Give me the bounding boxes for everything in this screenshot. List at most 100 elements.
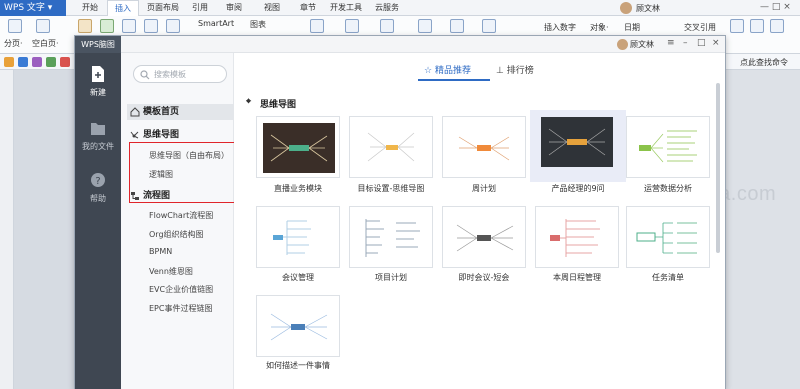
insert-number-button[interactable]: 插入数字: [544, 22, 576, 33]
open-icon[interactable]: [4, 57, 14, 67]
page-number-icon[interactable]: [380, 19, 394, 33]
screenshot-icon[interactable]: [144, 19, 158, 33]
template-thumbnail: [356, 213, 428, 263]
flow-item-evc[interactable]: EVC企业价值链图: [149, 284, 213, 295]
equation-icon[interactable]: [750, 19, 764, 33]
save-icon[interactable]: [18, 57, 28, 67]
find-command-label[interactable]: 点此查找命令: [740, 57, 788, 68]
cross-reference-button[interactable]: 交叉引用: [684, 22, 716, 33]
shape-icon[interactable]: [122, 19, 136, 33]
template-card-11[interactable]: [256, 295, 340, 357]
hyperlink-icon[interactable]: [482, 19, 496, 33]
template-thumbnail: [356, 123, 428, 173]
flow-item-epc[interactable]: EPC事件过程链图: [149, 303, 212, 314]
tab-review[interactable]: 审阅: [222, 0, 246, 16]
tab-view[interactable]: 视图: [260, 0, 284, 16]
tab-cloud[interactable]: 云服务: [372, 0, 402, 16]
chart-shape-icon[interactable]: [166, 19, 180, 33]
wordart-icon[interactable]: [418, 19, 432, 33]
flow-item-org[interactable]: Org组织结构图: [149, 229, 204, 240]
maximize-icon[interactable]: □: [697, 38, 706, 48]
template-caption-11[interactable]: 如何描述一件事情: [248, 360, 348, 371]
symbol-icon[interactable]: [730, 19, 744, 33]
gallery-scrollbar[interactable]: [716, 83, 720, 253]
tab-page-layout[interactable]: 页面布局: [144, 0, 182, 16]
minimize-icon[interactable]: –: [683, 38, 688, 48]
flow-item-venn[interactable]: Venn维恩图: [149, 266, 193, 277]
textbox-icon[interactable]: [310, 19, 324, 33]
template-card-1[interactable]: [256, 116, 340, 178]
tab-start[interactable]: 开始: [76, 0, 104, 16]
dialog-avatar[interactable]: [617, 39, 628, 50]
template-caption-4[interactable]: 产品经理的9问: [528, 183, 628, 194]
comment-icon[interactable]: [770, 19, 784, 33]
nav-new[interactable]: 新建: [75, 65, 121, 98]
category-flow[interactable]: 流程图: [127, 188, 234, 204]
tab-reference[interactable]: 引用: [188, 0, 212, 16]
template-caption-2[interactable]: 目标设置-思维导图: [341, 183, 441, 194]
tab-insert[interactable]: 插入: [107, 0, 139, 16]
window-controls[interactable]: — □ ×: [760, 2, 791, 12]
category-home[interactable]: 模板首页: [127, 104, 234, 120]
header-icon[interactable]: [345, 19, 359, 33]
template-card-4[interactable]: [530, 110, 626, 182]
template-caption-9[interactable]: 本周日程管理: [527, 272, 627, 283]
category-mindmap[interactable]: 思维导图: [127, 127, 234, 143]
template-card-2[interactable]: [349, 116, 433, 178]
new-file-icon: [92, 66, 104, 82]
preview-icon[interactable]: [46, 57, 56, 67]
smartart-button[interactable]: SmartArt: [198, 19, 234, 28]
blank-page-button[interactable]: 空白页·: [32, 38, 59, 49]
template-caption-7[interactable]: 项目计划: [341, 272, 441, 283]
template-caption-1[interactable]: 直播业务模块: [248, 183, 348, 194]
nav-help[interactable]: ? 帮助: [75, 171, 121, 204]
template-card-5[interactable]: [626, 116, 710, 178]
template-card-6[interactable]: [256, 206, 340, 268]
template-card-10[interactable]: [626, 206, 710, 268]
dropcap-icon[interactable]: [450, 19, 464, 33]
dialog-user-name[interactable]: 顾文林: [630, 39, 654, 50]
wps-app-menu-button[interactable]: WPS 文字 ▾: [0, 0, 66, 16]
template-caption-3[interactable]: 周计划: [434, 183, 534, 194]
template-caption-6[interactable]: 会议管理: [248, 272, 348, 283]
template-caption-10[interactable]: 任务清单: [618, 272, 718, 283]
close-icon[interactable]: ×: [712, 38, 720, 48]
flow-item-bpmn[interactable]: BPMN: [149, 247, 172, 256]
tab-chapter[interactable]: 章节: [296, 0, 320, 16]
flow-item-flowchart[interactable]: FlowChart流程图: [149, 210, 213, 221]
user-avatar[interactable]: [620, 2, 632, 14]
template-card-8[interactable]: [442, 206, 526, 268]
tab-dev-tools[interactable]: 开发工具: [328, 0, 364, 16]
template-card-3[interactable]: [442, 116, 526, 178]
dialog-title: WPS脑图: [75, 36, 121, 53]
flowchart-icon: [131, 192, 139, 200]
date-button[interactable]: 日期: [624, 22, 640, 33]
template-caption-8[interactable]: 即时会议-短会: [434, 272, 534, 283]
template-caption-5[interactable]: 运营数据分析: [618, 183, 718, 194]
ribbon-tab-bar: WPS 文字 ▾ 开始 插入 页面布局 引用 审阅 视图 章节 开发工具 云服务…: [0, 0, 800, 16]
page-break-button[interactable]: 分页·: [4, 38, 23, 49]
template-thumbnail: [541, 117, 613, 167]
nav-my-files-label: 我的文件: [82, 142, 114, 151]
template-card-9[interactable]: [535, 206, 619, 268]
template-card-7[interactable]: [349, 206, 433, 268]
tab-featured[interactable]: ☆ 精品推荐: [424, 63, 471, 76]
mindmap-section-icon: ⌖: [246, 97, 252, 107]
template-thumbnail: [633, 123, 705, 173]
tab-ranking[interactable]: ⊥ 排行榜: [496, 63, 534, 76]
picture-icon[interactable]: [100, 19, 114, 33]
template-thumbnail: [263, 302, 335, 352]
nav-my-files[interactable]: 我的文件: [75, 119, 121, 152]
category-panel: 搜索模板 模板首页 思维导图 思维导图（自由布局） 逻辑图 流程图 FlowCh…: [121, 53, 239, 389]
print-icon[interactable]: [32, 57, 42, 67]
blank-page-icon: [36, 19, 50, 33]
object-button[interactable]: 对象·: [590, 22, 609, 33]
undo-icon[interactable]: [60, 57, 70, 67]
template-search-input[interactable]: 搜索模板: [133, 65, 227, 83]
nav-help-label: 帮助: [90, 194, 106, 203]
search-icon: [140, 70, 150, 80]
menu-icon[interactable]: ≡: [667, 38, 675, 48]
chart-button[interactable]: 图表: [250, 19, 266, 30]
top-user-name: 顾文林: [636, 4, 660, 13]
table-icon[interactable]: [78, 19, 92, 33]
